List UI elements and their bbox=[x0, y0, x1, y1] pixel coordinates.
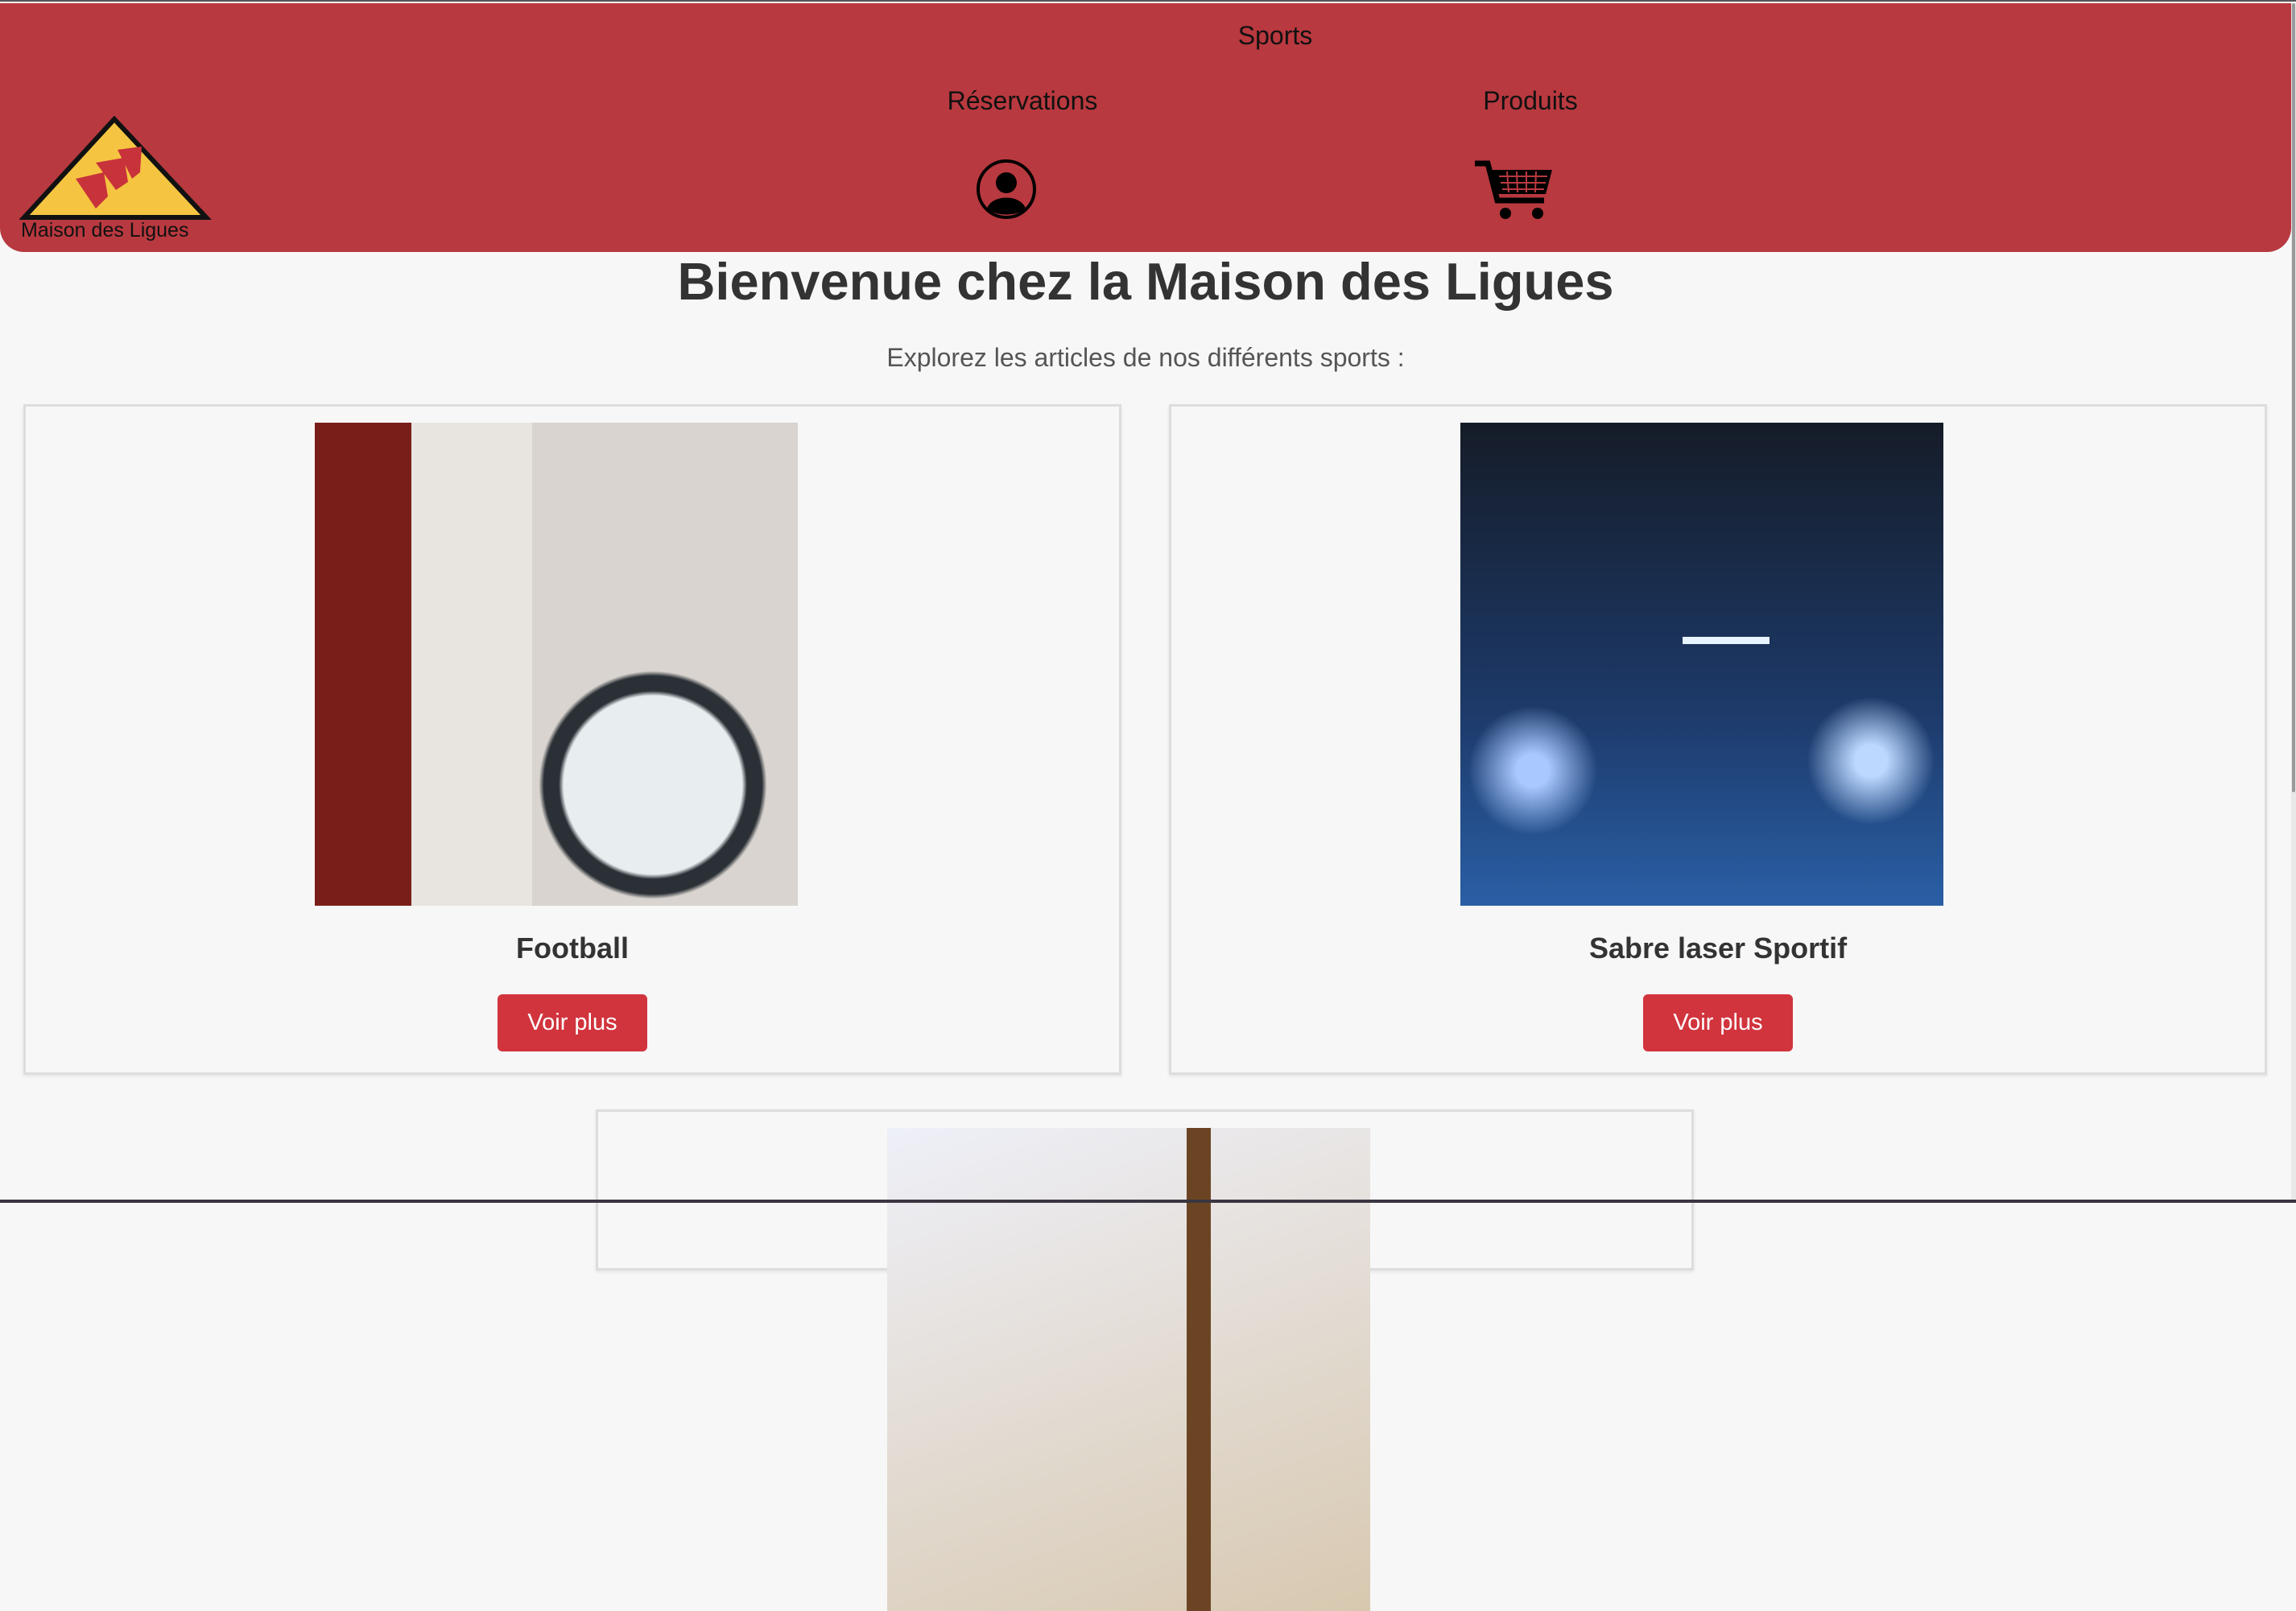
scrollbar[interactable] bbox=[2291, 3, 2296, 1203]
nav-reservations[interactable]: Réservations bbox=[948, 86, 1098, 116]
football-image bbox=[315, 423, 798, 906]
shopping-cart-icon[interactable] bbox=[1475, 159, 1554, 225]
scrollbar-thumb[interactable] bbox=[2292, 3, 2295, 792]
logo-triangle-icon bbox=[19, 115, 212, 220]
taskbar-edge bbox=[0, 1200, 2296, 1203]
sport-card-partial bbox=[596, 1109, 1694, 1611]
card-title: Football bbox=[516, 931, 629, 965]
nav-sports[interactable]: Sports bbox=[1238, 21, 1312, 51]
sport-card-sabre-laser: Sabre laser Sportif Voir plus bbox=[1169, 404, 2267, 1075]
voir-plus-button[interactable]: Voir plus bbox=[498, 994, 647, 1051]
sport-card-football: Football Voir plus bbox=[23, 404, 1121, 1075]
page-title: Bienvenue chez la Maison des Ligues bbox=[677, 252, 1614, 311]
page-subtitle: Explorez les articles de nos différents … bbox=[886, 343, 1405, 372]
voir-plus-button[interactable]: Voir plus bbox=[1643, 994, 1793, 1051]
logo-text: Maison des Ligues bbox=[21, 219, 189, 242]
sabre-laser-image bbox=[1460, 423, 1943, 906]
card-title: Sabre laser Sportif bbox=[1588, 931, 1848, 965]
nav-produits[interactable]: Produits bbox=[1483, 86, 1577, 116]
site-header: Maison des Ligues Sports Réservations Pr… bbox=[0, 3, 2291, 252]
user-account-icon[interactable] bbox=[976, 159, 1037, 224]
